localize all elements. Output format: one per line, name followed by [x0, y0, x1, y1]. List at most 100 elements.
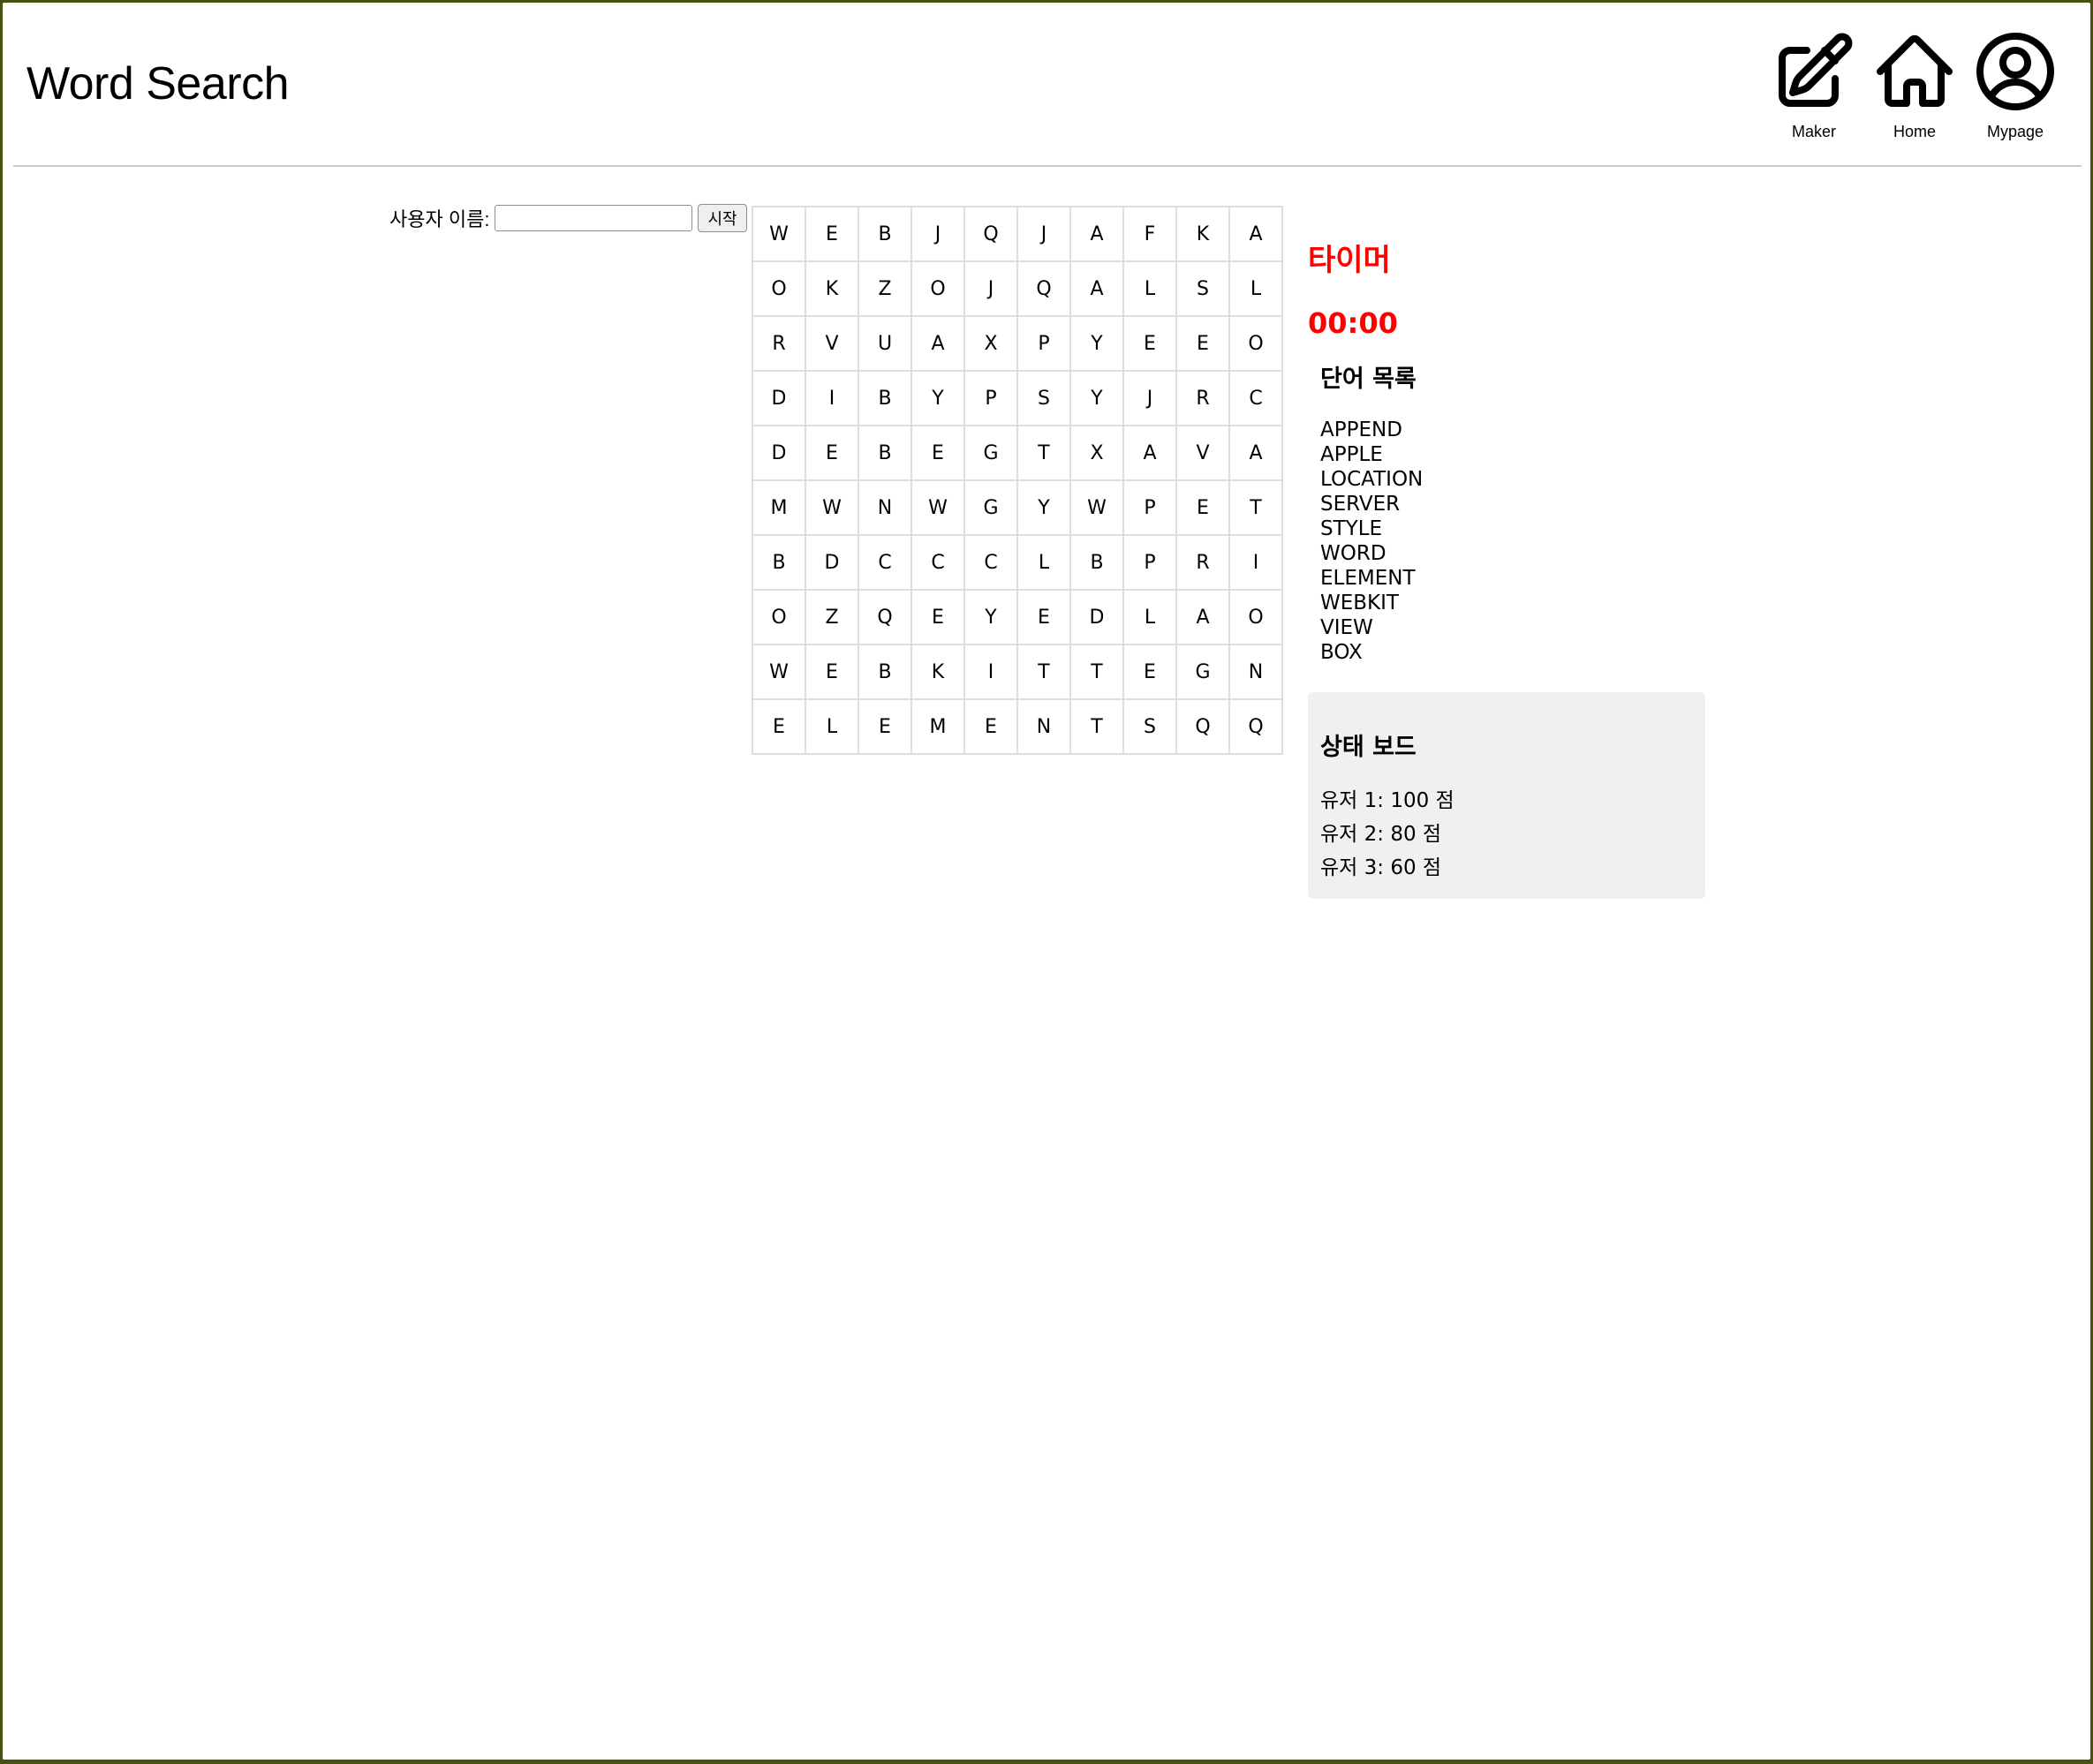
- grid-cell[interactable]: N: [1228, 644, 1283, 700]
- grid-cell[interactable]: E: [858, 698, 912, 755]
- grid-cell[interactable]: J: [1016, 206, 1071, 262]
- grid-cell[interactable]: P: [1016, 315, 1071, 372]
- grid-cell[interactable]: O: [752, 589, 806, 645]
- grid-cell[interactable]: V: [805, 315, 859, 372]
- grid-cell[interactable]: E: [1122, 644, 1177, 700]
- grid-cell[interactable]: B: [858, 425, 912, 481]
- grid-cell[interactable]: Y: [910, 370, 965, 426]
- grid-cell[interactable]: A: [1175, 589, 1230, 645]
- grid-cell[interactable]: Q: [1175, 698, 1230, 755]
- grid-cell[interactable]: C: [963, 534, 1018, 591]
- grid-cell[interactable]: Y: [963, 589, 1018, 645]
- grid-cell[interactable]: G: [963, 425, 1018, 481]
- grid-cell[interactable]: R: [1175, 534, 1230, 591]
- grid-cell[interactable]: T: [1016, 425, 1071, 481]
- grid-cell[interactable]: W: [752, 206, 806, 262]
- grid-cell[interactable]: O: [752, 260, 806, 317]
- grid-cell[interactable]: O: [910, 260, 965, 317]
- grid-cell[interactable]: T: [1069, 698, 1124, 755]
- grid-cell[interactable]: L: [1228, 260, 1283, 317]
- grid-cell[interactable]: I: [805, 370, 859, 426]
- grid-cell[interactable]: E: [1175, 315, 1230, 372]
- grid-cell[interactable]: Z: [858, 260, 912, 317]
- grid-cell[interactable]: Y: [1069, 315, 1124, 372]
- grid-cell[interactable]: I: [963, 644, 1018, 700]
- grid-cell[interactable]: C: [1228, 370, 1283, 426]
- grid-cell[interactable]: G: [1175, 644, 1230, 700]
- grid-cell[interactable]: D: [805, 534, 859, 591]
- grid-cell[interactable]: M: [910, 698, 965, 755]
- grid-cell[interactable]: E: [1122, 315, 1177, 372]
- grid-cell[interactable]: T: [1069, 644, 1124, 700]
- grid-cell[interactable]: R: [752, 315, 806, 372]
- grid-cell[interactable]: C: [858, 534, 912, 591]
- grid-cell[interactable]: D: [752, 370, 806, 426]
- grid-cell[interactable]: E: [805, 644, 859, 700]
- grid-cell[interactable]: V: [1175, 425, 1230, 481]
- grid-cell[interactable]: K: [910, 644, 965, 700]
- grid-cell[interactable]: Y: [1016, 479, 1071, 536]
- grid-cell[interactable]: P: [963, 370, 1018, 426]
- grid-cell[interactable]: E: [805, 206, 859, 262]
- grid-cell[interactable]: Q: [963, 206, 1018, 262]
- grid-cell[interactable]: W: [752, 644, 806, 700]
- grid-cell[interactable]: L: [1122, 260, 1177, 317]
- grid-cell[interactable]: E: [963, 698, 1018, 755]
- grid-cell[interactable]: S: [1122, 698, 1177, 755]
- username-input[interactable]: [495, 205, 693, 231]
- grid-cell[interactable]: X: [1069, 425, 1124, 481]
- grid-cell[interactable]: J: [963, 260, 1018, 317]
- grid-cell[interactable]: K: [1175, 206, 1230, 262]
- grid-cell[interactable]: P: [1122, 479, 1177, 536]
- grid-cell[interactable]: Q: [1016, 260, 1071, 317]
- grid-cell[interactable]: R: [1175, 370, 1230, 426]
- grid-cell[interactable]: B: [858, 644, 912, 700]
- grid-cell[interactable]: A: [1069, 260, 1124, 317]
- grid-cell[interactable]: J: [910, 206, 965, 262]
- grid-cell[interactable]: L: [805, 698, 859, 755]
- grid-cell[interactable]: E: [1175, 479, 1230, 536]
- grid-cell[interactable]: N: [1016, 698, 1071, 755]
- grid-cell[interactable]: Y: [1069, 370, 1124, 426]
- grid-cell[interactable]: C: [910, 534, 965, 591]
- grid-cell[interactable]: D: [1069, 589, 1124, 645]
- grid-cell[interactable]: E: [910, 589, 965, 645]
- grid-cell[interactable]: W: [805, 479, 859, 536]
- grid-cell[interactable]: Q: [1228, 698, 1283, 755]
- grid-cell[interactable]: A: [1228, 425, 1283, 481]
- grid-cell[interactable]: B: [858, 370, 912, 426]
- grid-cell[interactable]: B: [858, 206, 912, 262]
- grid-cell[interactable]: A: [910, 315, 965, 372]
- nav-home[interactable]: Home: [1866, 29, 1963, 141]
- grid-cell[interactable]: N: [858, 479, 912, 536]
- grid-cell[interactable]: D: [752, 425, 806, 481]
- grid-cell[interactable]: S: [1175, 260, 1230, 317]
- grid-cell[interactable]: T: [1228, 479, 1283, 536]
- nav-maker[interactable]: Maker: [1765, 29, 1863, 141]
- grid-cell[interactable]: E: [1016, 589, 1071, 645]
- grid-cell[interactable]: J: [1122, 370, 1177, 426]
- grid-cell[interactable]: L: [1122, 589, 1177, 645]
- grid-cell[interactable]: T: [1016, 644, 1071, 700]
- grid-cell[interactable]: A: [1122, 425, 1177, 481]
- start-button[interactable]: 시작: [698, 204, 747, 232]
- grid-cell[interactable]: B: [752, 534, 806, 591]
- grid-cell[interactable]: S: [1016, 370, 1071, 426]
- grid-cell[interactable]: A: [1228, 206, 1283, 262]
- grid-cell[interactable]: W: [910, 479, 965, 536]
- grid-cell[interactable]: K: [805, 260, 859, 317]
- grid-cell[interactable]: E: [910, 425, 965, 481]
- grid-cell[interactable]: F: [1122, 206, 1177, 262]
- grid-cell[interactable]: E: [805, 425, 859, 481]
- grid-cell[interactable]: W: [1069, 479, 1124, 536]
- grid-cell[interactable]: L: [1016, 534, 1071, 591]
- grid-cell[interactable]: I: [1228, 534, 1283, 591]
- grid-cell[interactable]: M: [752, 479, 806, 536]
- grid-cell[interactable]: A: [1069, 206, 1124, 262]
- grid-cell[interactable]: P: [1122, 534, 1177, 591]
- grid-cell[interactable]: G: [963, 479, 1018, 536]
- grid-cell[interactable]: B: [1069, 534, 1124, 591]
- grid-cell[interactable]: Z: [805, 589, 859, 645]
- grid-cell[interactable]: E: [752, 698, 806, 755]
- nav-mypage[interactable]: Mypage: [1967, 29, 2064, 141]
